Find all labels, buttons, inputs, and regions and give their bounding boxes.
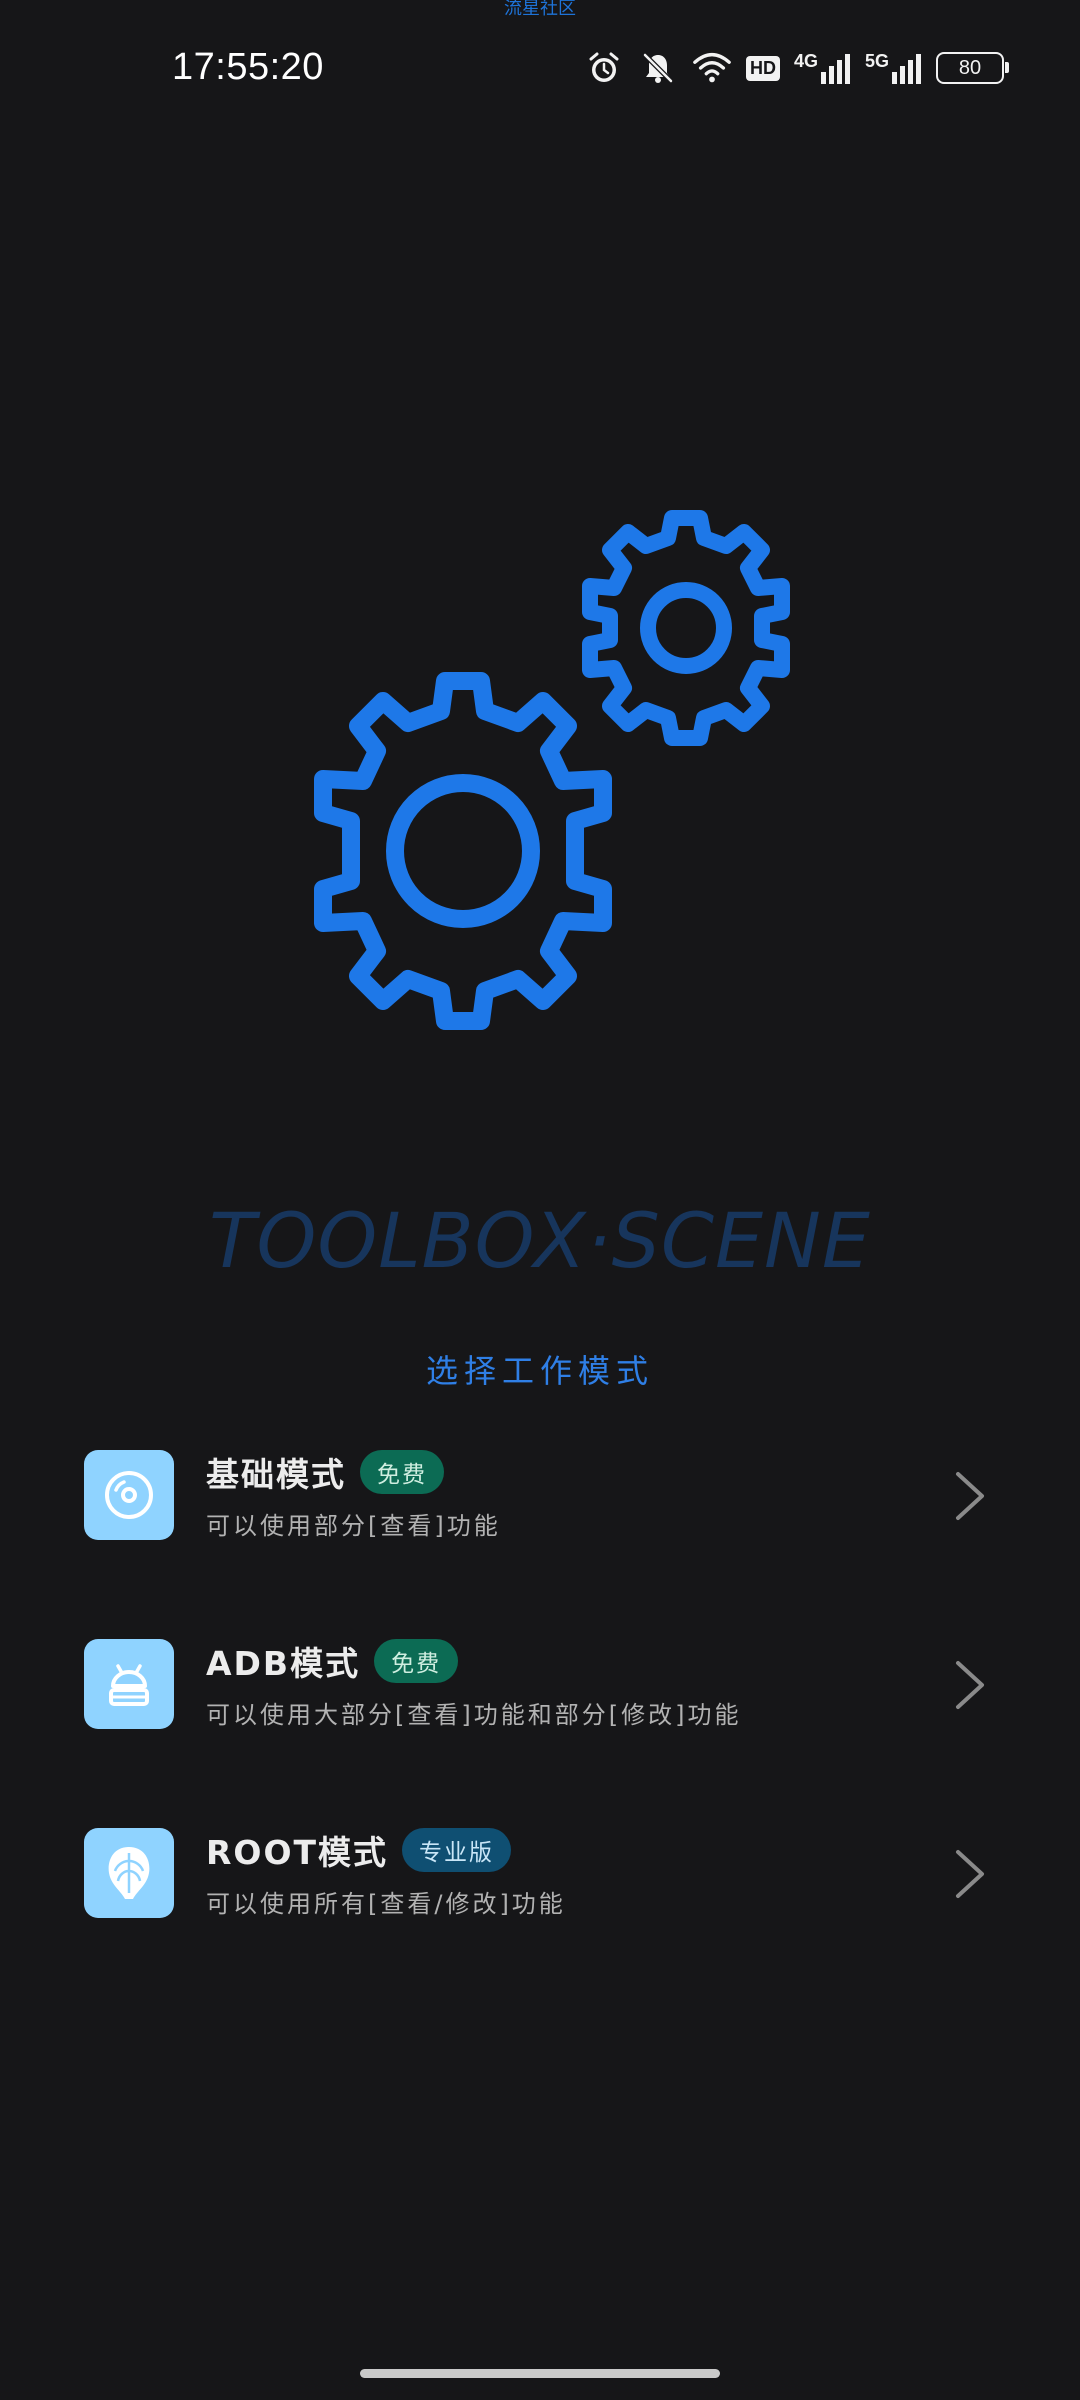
mode-list: 基础模式 免费 可以使用部分[查看]功能 ADB模式 免费 可以使用大部分[查看… bbox=[0, 1440, 1080, 2007]
chevron-right-icon bbox=[956, 1850, 984, 1898]
mode-root[interactable]: ROOT模式 专业版 可以使用所有[查看/修改]功能 bbox=[0, 1818, 1080, 2007]
chevron-right-icon bbox=[956, 1472, 984, 1520]
status-time: 17:55:20 bbox=[172, 46, 324, 88]
choose-mode-label: 选择工作模式 bbox=[425, 1352, 654, 1390]
signal-5g-icon: 5G bbox=[865, 52, 922, 84]
wifi-icon bbox=[692, 48, 732, 88]
mode-badge: 免费 bbox=[374, 1639, 459, 1683]
mode-adb[interactable]: ADB模式 免费 可以使用大部分[查看]功能和部分[修改]功能 bbox=[0, 1629, 1080, 1818]
home-indicator[interactable] bbox=[360, 2369, 720, 2378]
mode-title: ADB模式 bbox=[206, 1644, 361, 1683]
alarm-icon bbox=[584, 48, 624, 88]
mode-description: 可以使用部分[查看]功能 bbox=[206, 1512, 501, 1540]
hd-icon: HD bbox=[745, 55, 780, 81]
battery-level: 80 bbox=[958, 56, 982, 79]
mode-basic[interactable]: 基础模式 免费 可以使用部分[查看]功能 bbox=[0, 1440, 1080, 1629]
chevron-right-icon bbox=[956, 1661, 984, 1709]
top-app-label: 流星社区 bbox=[504, 0, 576, 19]
mode-badge: 专业版 bbox=[402, 1828, 512, 1872]
gears-icon bbox=[260, 500, 820, 1060]
signal-4g-icon: 4G bbox=[794, 52, 851, 84]
battery-icon: 80 bbox=[936, 52, 1009, 84]
mode-description: 可以使用大部分[查看]功能和部分[修改]功能 bbox=[206, 1701, 742, 1729]
mode-title: ROOT模式 bbox=[206, 1833, 389, 1872]
mode-description: 可以使用所有[查看/修改]功能 bbox=[206, 1890, 566, 1918]
disc-icon bbox=[84, 1450, 174, 1540]
status-bar: 17:55:20 HD 4G 5G 80 bbox=[0, 40, 1080, 100]
mute-bell-icon bbox=[638, 48, 678, 88]
status-icons: HD 4G 5G 80 bbox=[584, 48, 1009, 88]
app-title: TOOLBOX·SCENE bbox=[209, 1196, 871, 1285]
mode-badge: 免费 bbox=[360, 1450, 444, 1494]
root-shell-icon bbox=[84, 1828, 174, 1918]
mode-title: 基础模式 bbox=[206, 1455, 346, 1494]
android-icon bbox=[84, 1639, 174, 1729]
